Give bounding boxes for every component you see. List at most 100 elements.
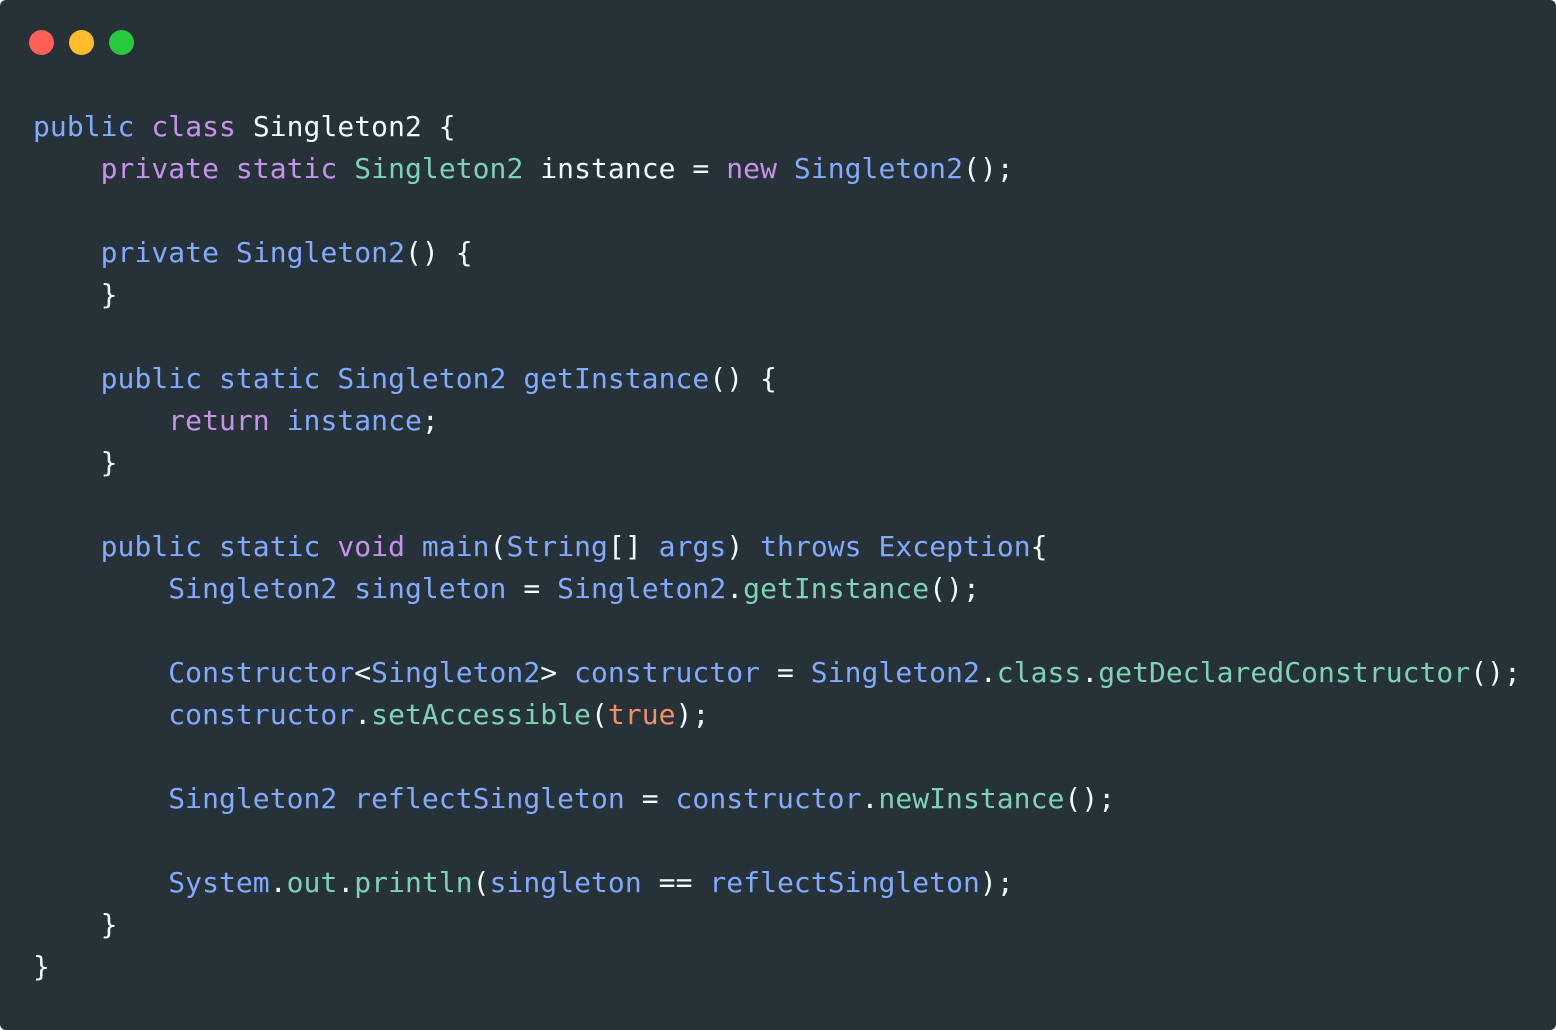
code-token: =: [624, 782, 676, 815]
code-token: Singleton2 {: [235, 110, 456, 143]
code-line: Constructor<Singleton2> constructor = Si…: [33, 652, 1521, 694]
code-token: constructor: [574, 656, 761, 689]
code-token: .: [1081, 656, 1099, 689]
code-line: }: [33, 904, 1521, 946]
code-token: }: [33, 908, 118, 941]
code-token: (: [489, 530, 507, 563]
code-line: Singleton2 reflectSingleton = constructo…: [33, 778, 1521, 820]
code-token: ();: [1064, 782, 1116, 815]
code-line: return instance;: [33, 400, 1521, 442]
code-token: Singleton2: [793, 152, 963, 185]
code-token: args: [658, 530, 727, 563]
maximize-button[interactable]: [109, 30, 134, 55]
code-token: return: [168, 404, 270, 437]
code-token: println: [354, 866, 473, 899]
code-token: =: [760, 656, 811, 689]
code-token: singleton: [489, 866, 642, 899]
code-token: out: [286, 866, 338, 899]
code-token: class: [151, 110, 236, 143]
code-token: public static Singleton2 getInstance: [100, 362, 710, 395]
code-token: .: [861, 782, 879, 815]
code-token: (: [590, 698, 608, 731]
code-token: ): [726, 530, 761, 563]
code-token: () {: [405, 236, 473, 269]
code-token: <: [354, 656, 372, 689]
window-controls: [29, 30, 134, 55]
code-token: class: [996, 656, 1082, 689]
code-line: public static void main(String[] args) t…: [33, 526, 1521, 568]
code-token: ;: [421, 404, 439, 437]
code-token: private static: [100, 152, 338, 185]
code-line: System.out.println(singleton == reflectS…: [33, 862, 1521, 904]
close-button[interactable]: [29, 30, 54, 55]
code-token: getDeclaredConstructor: [1098, 656, 1471, 689]
code-token: {: [1030, 530, 1048, 563]
code-token: public static: [100, 530, 321, 563]
code-token: );: [979, 866, 1014, 899]
code-token: true: [607, 698, 676, 731]
code-token: []: [607, 530, 659, 563]
code-token: =: [506, 572, 558, 605]
code-token: }: [33, 278, 118, 311]
code-line: public class Singleton2 {: [33, 106, 1521, 148]
code-token: Singleton2: [557, 572, 727, 605]
code-token: constructor: [675, 782, 862, 815]
code-token: .: [337, 866, 355, 899]
code-block: public class Singleton2 { private static…: [33, 106, 1521, 988]
code-token: String: [506, 530, 608, 563]
code-token: Singleton2 reflectSingleton: [168, 782, 625, 815]
code-token: public: [33, 110, 135, 143]
code-token: ==: [641, 866, 710, 899]
code-line: Singleton2 singleton = Singleton2.getIns…: [33, 568, 1521, 610]
code-token: Constructor: [168, 656, 355, 689]
code-token: .: [269, 866, 287, 899]
code-token: reflectSingleton: [709, 866, 980, 899]
code-token: Singleton2: [235, 236, 405, 269]
code-line: }: [33, 946, 1521, 988]
code-token: .: [979, 656, 997, 689]
code-token: Singleton2 singleton: [168, 572, 507, 605]
code-window: public class Singleton2 { private static…: [0, 0, 1556, 1030]
code-token: );: [675, 698, 710, 731]
code-token: Singleton2: [371, 656, 541, 689]
code-token: .: [354, 698, 372, 731]
code-line: private static Singleton2 instance = new…: [33, 148, 1521, 190]
code-line: }: [33, 274, 1521, 316]
code-line: }: [33, 442, 1521, 484]
code-token: instance: [286, 404, 422, 437]
code-token: }: [33, 950, 50, 983]
code-token: .: [726, 572, 744, 605]
code-token: newInstance: [878, 782, 1065, 815]
minimize-button[interactable]: [69, 30, 94, 55]
code-token: >: [540, 656, 575, 689]
code-line: public static Singleton2 getInstance() {: [33, 358, 1521, 400]
code-token: getInstance: [743, 572, 930, 605]
code-token: constructor: [168, 698, 355, 731]
code-token: throws Exception: [760, 530, 1031, 563]
code-token: (: [472, 866, 490, 899]
code-token: new: [726, 152, 777, 185]
code-token: setAccessible: [371, 698, 591, 731]
code-token: ();: [962, 152, 1014, 185]
